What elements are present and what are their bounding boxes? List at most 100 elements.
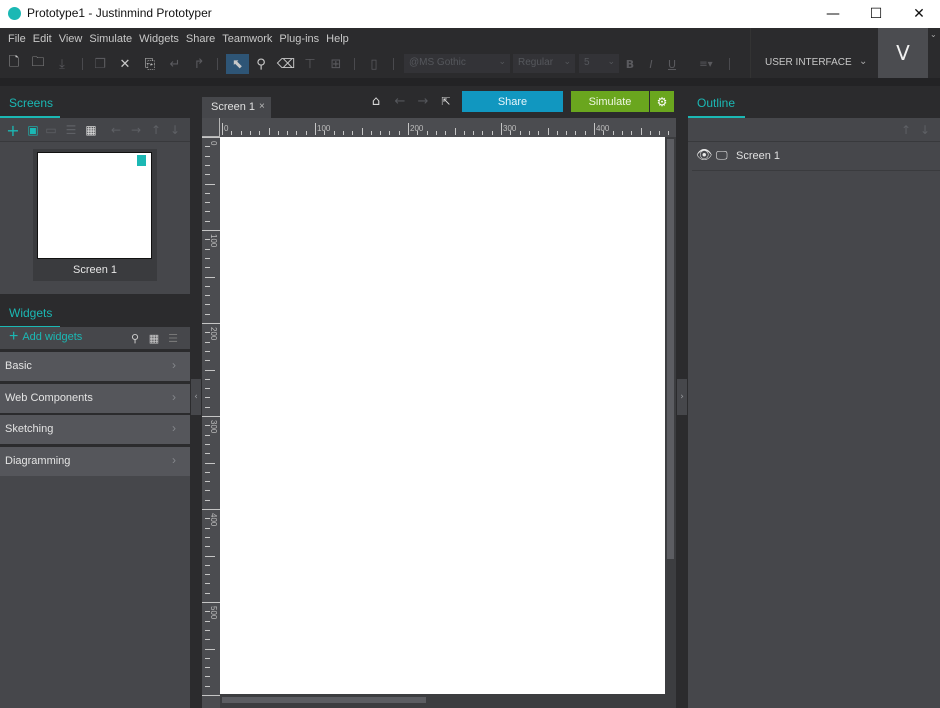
- home-icon[interactable]: ⌂: [368, 93, 384, 109]
- collapse-left-panel-button[interactable]: ‹: [191, 379, 201, 415]
- collapse-right-panel-button[interactable]: ›: [677, 379, 687, 415]
- ruler-label: 300: [209, 420, 218, 434]
- design-canvas[interactable]: [220, 137, 665, 694]
- screen-thumbnail[interactable]: [37, 152, 152, 259]
- minimize-button[interactable]: —: [810, 0, 856, 28]
- format-painter-all-icon[interactable]: ⊞: [326, 54, 346, 74]
- arrow-up-icon[interactable]: ↑: [897, 121, 915, 139]
- arrow-down-icon[interactable]: ↓: [166, 121, 184, 139]
- font-size-select[interactable]: 5 ⌄: [579, 54, 619, 73]
- menu-plugins[interactable]: Plug-ins: [279, 33, 319, 45]
- menu-help[interactable]: Help: [326, 33, 349, 45]
- category-label: Basic: [5, 360, 32, 372]
- cut-icon[interactable]: ✕: [115, 54, 135, 74]
- category-label: Sketching: [5, 423, 54, 435]
- align-select[interactable]: ≡▾: [692, 54, 720, 74]
- bold-button[interactable]: B: [620, 54, 640, 74]
- italic-button[interactable]: I: [641, 54, 661, 74]
- list-view-icon[interactable]: ☰: [165, 330, 181, 346]
- user-avatar[interactable]: V: [878, 28, 928, 78]
- outline-item[interactable]: 👁 🖵 Screen 1: [692, 144, 940, 171]
- add-folder-icon[interactable]: ▭: [42, 121, 60, 139]
- paste-icon[interactable]: ⎘: [140, 54, 160, 74]
- add-screen-icon[interactable]: +: [4, 121, 22, 140]
- tab-outline[interactable]: Outline: [688, 86, 745, 118]
- ruler-label: 500: [209, 606, 218, 620]
- zoom-icon[interactable]: ⚲: [251, 54, 271, 74]
- menu-teamwork[interactable]: Teamwork: [222, 33, 272, 45]
- menu-simulate[interactable]: Simulate: [89, 33, 132, 45]
- ruler-tick: [205, 546, 210, 548]
- ruler-tick: [205, 536, 210, 538]
- font-family-select[interactable]: @MS Gothic ⌄: [404, 54, 510, 73]
- share-button[interactable]: Share: [462, 91, 563, 112]
- arrow-up-icon[interactable]: ↑: [147, 121, 165, 139]
- toolbar-separator: [82, 58, 83, 70]
- select-tool-icon[interactable]: ⬉: [226, 54, 249, 74]
- grid-view-icon[interactable]: ▦: [146, 330, 162, 346]
- widget-category-diagramming[interactable]: Diagramming ›: [0, 447, 190, 476]
- chevron-down-icon: ⌄: [607, 56, 615, 66]
- grid-view-icon[interactable]: ▦: [82, 121, 100, 139]
- eye-icon[interactable]: 👁: [696, 148, 713, 163]
- ruler-tick: [202, 137, 220, 138]
- ruler-tick: [519, 131, 521, 135]
- ruler-tick: [205, 341, 210, 343]
- horizontal-scrollbar-thumb[interactable]: [222, 697, 426, 703]
- arrow-left-icon[interactable]: ←: [107, 121, 125, 139]
- menu-file[interactable]: File: [8, 33, 26, 45]
- copy-icon[interactable]: ❐: [90, 54, 110, 74]
- undo-icon[interactable]: ↵: [165, 54, 185, 74]
- ui-mode-select[interactable]: USER INTERFACE ⌄: [750, 28, 878, 78]
- ruler-tick: [454, 128, 456, 135]
- maximize-button[interactable]: ☐: [853, 0, 899, 28]
- tab-screen-1[interactable]: Screen 1 ×: [202, 97, 271, 118]
- menu-widgets[interactable]: Widgets: [139, 33, 179, 45]
- tab-screens[interactable]: Screens: [0, 86, 60, 118]
- redo-icon[interactable]: ↱: [189, 54, 209, 74]
- ruler-tick: [205, 434, 210, 436]
- ruler-tick: [205, 192, 210, 194]
- underline-button[interactable]: U: [662, 54, 682, 74]
- go-to-screen-icon[interactable]: ⇱: [438, 93, 454, 109]
- add-widgets-button[interactable]: + Add widgets: [9, 329, 82, 345]
- ruler-tick: [202, 323, 220, 324]
- vertical-scrollbar-thumb[interactable]: [667, 139, 674, 559]
- menu-edit[interactable]: Edit: [33, 33, 52, 45]
- simulate-button[interactable]: Simulate: [571, 91, 649, 112]
- tab-widgets[interactable]: Widgets: [0, 296, 60, 328]
- open-folder-icon[interactable]: 🗀: [28, 54, 48, 74]
- chevron-down-icon[interactable]: ⌄: [930, 30, 937, 39]
- menu-share[interactable]: Share: [186, 33, 215, 45]
- save-icon[interactable]: ⤓: [52, 54, 72, 74]
- ruler-tick: [333, 131, 335, 135]
- ruler-tick: [277, 131, 279, 135]
- ruler-tick: [659, 131, 661, 135]
- ruler-tick: [205, 174, 210, 176]
- gear-icon[interactable]: ⚙: [650, 91, 674, 112]
- ruler-tick: [205, 648, 215, 650]
- list-view-icon[interactable]: ☰: [62, 121, 80, 139]
- add-template-icon[interactable]: ▣: [24, 121, 42, 139]
- ruler-label: 400: [596, 124, 610, 133]
- close-tab-icon[interactable]: ×: [259, 101, 265, 112]
- widget-category-basic[interactable]: Basic ›: [0, 352, 190, 381]
- widget-category-sketching[interactable]: Sketching ›: [0, 415, 190, 444]
- font-style-select[interactable]: Regular ⌄: [513, 54, 575, 73]
- format-painter-icon[interactable]: ⊤: [300, 54, 320, 74]
- device-icon[interactable]: ▯: [364, 54, 384, 74]
- new-file-icon[interactable]: 🗋: [4, 54, 24, 74]
- back-icon[interactable]: ←: [392, 93, 408, 109]
- close-button[interactable]: ✕: [896, 0, 940, 28]
- ruler-tick: [202, 416, 220, 417]
- arrow-down-icon[interactable]: ↓: [916, 121, 934, 139]
- widget-category-web-components[interactable]: Web Components ›: [0, 384, 190, 413]
- search-icon[interactable]: ⚲: [127, 330, 143, 346]
- ruler-tick: [668, 131, 670, 135]
- ruler-label: 100: [209, 234, 218, 248]
- menu-view[interactable]: View: [59, 33, 83, 45]
- forward-icon[interactable]: →: [415, 93, 431, 109]
- arrow-right-icon[interactable]: →: [127, 121, 145, 139]
- eraser-icon[interactable]: ⌫: [276, 54, 296, 74]
- ruler-tick: [566, 131, 568, 135]
